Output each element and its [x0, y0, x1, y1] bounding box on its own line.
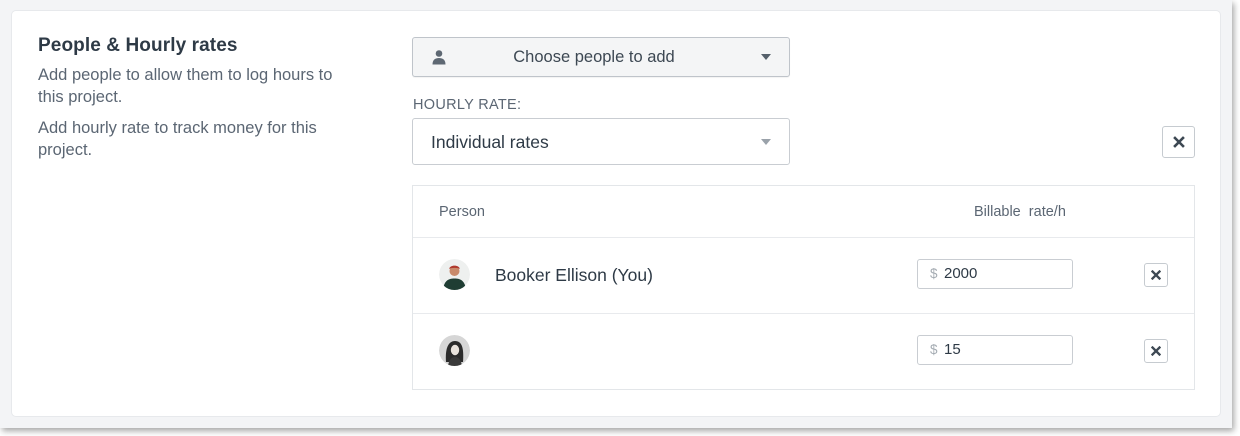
table-row: Booker Ellison (You) $ 2000 — [413, 238, 1194, 314]
table-header: Person Billable rate/h — [413, 186, 1194, 238]
people-rates-card: People & Hourly rates Add people to allo… — [12, 11, 1220, 416]
currency-symbol: $ — [930, 342, 938, 357]
person-icon — [432, 50, 446, 65]
column-header-rate: Billable rate/h — [974, 204, 1066, 220]
choose-people-dropdown[interactable]: Choose people to add — [412, 37, 790, 77]
chevron-down-icon — [761, 54, 771, 60]
window-frame: People & Hourly rates Add people to allo… — [0, 0, 1232, 428]
remove-person-button[interactable] — [1144, 339, 1168, 363]
avatar — [439, 335, 470, 366]
close-icon — [1151, 270, 1161, 280]
rate-value: 2000 — [944, 265, 978, 282]
column-header-person: Person — [439, 204, 485, 220]
hourly-rate-select[interactable]: Individual rates — [412, 118, 790, 165]
rate-input[interactable]: $ 2000 — [917, 259, 1073, 289]
section-description-rate: Add hourly rate to track money for this … — [38, 119, 317, 159]
rate-input[interactable]: $ 15 — [917, 335, 1073, 365]
person-name: Booker Ellison (You) — [495, 265, 653, 285]
currency-symbol: $ — [930, 266, 938, 281]
section-description-people: Add people to allow them to log hours to… — [38, 66, 333, 106]
section-title: People & Hourly rates — [38, 35, 238, 56]
hourly-rate-label: HOURLY RATE: — [413, 97, 522, 113]
choose-people-label: Choose people to add — [513, 47, 675, 66]
table-row: $ 15 — [413, 314, 1194, 389]
close-icon — [1151, 346, 1161, 356]
rates-table: Person Billable rate/h Booker Ellison (Y… — [412, 185, 1195, 390]
chevron-down-icon — [761, 139, 771, 145]
remove-person-button[interactable] — [1144, 263, 1168, 287]
avatar — [439, 259, 470, 290]
section-info: People & Hourly rates Add people to allo… — [38, 35, 338, 171]
remove-hourly-rate-button[interactable] — [1162, 126, 1195, 158]
hourly-rate-value: Individual rates — [431, 132, 549, 152]
rate-value: 15 — [944, 341, 961, 358]
close-icon — [1172, 136, 1185, 148]
